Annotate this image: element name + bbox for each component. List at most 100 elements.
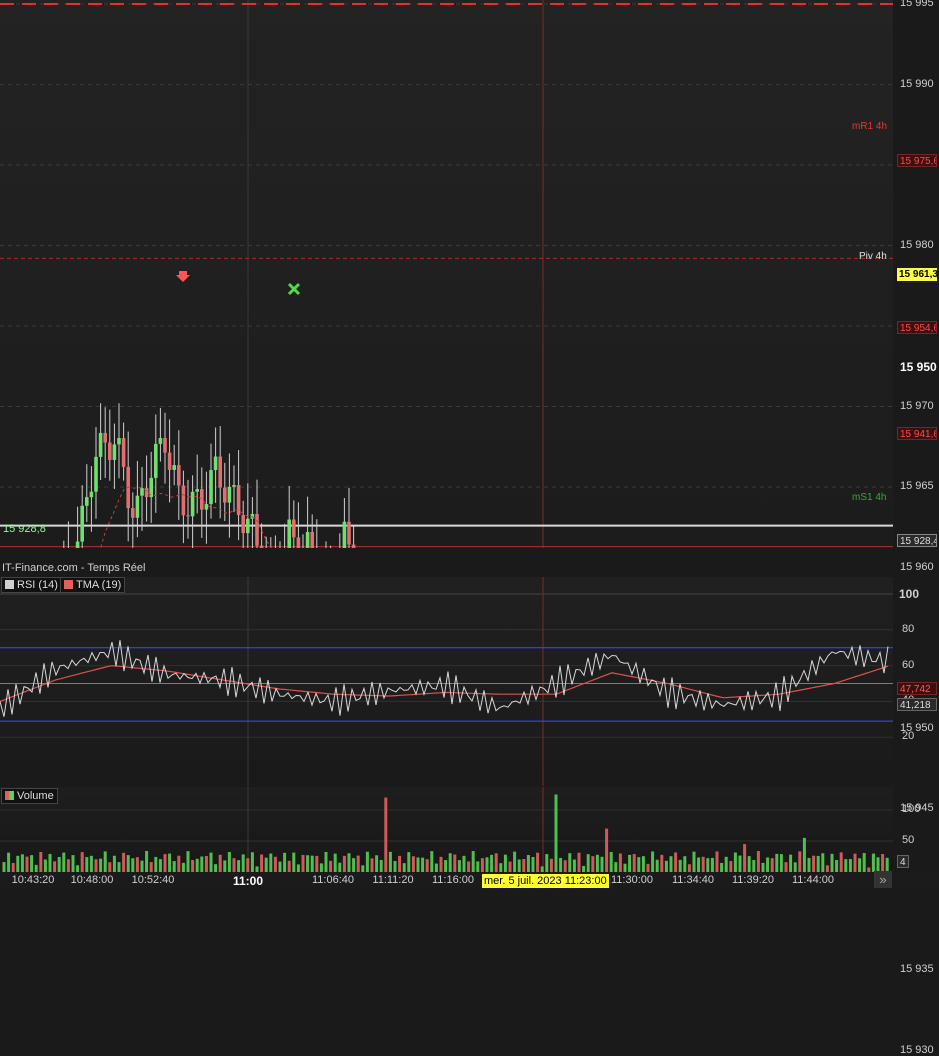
volume-bar [872, 854, 875, 872]
volume-bar [394, 861, 397, 872]
volume-bar [334, 854, 337, 872]
volume-bar [104, 851, 107, 872]
volume-bar [164, 854, 167, 872]
volume-bar [366, 852, 369, 872]
volume-bar [127, 855, 130, 872]
candle-body [131, 508, 135, 518]
time-tick-label: 11:00 [233, 874, 263, 888]
volume-bar [706, 858, 709, 872]
volume-bar [380, 860, 383, 872]
candle-body [347, 522, 351, 545]
candle-body [310, 532, 314, 548]
volume-bar [352, 858, 355, 872]
mr1-label: mR1 4h [852, 121, 887, 132]
candle-body [232, 485, 236, 487]
volume-chart-svg[interactable] [0, 787, 893, 872]
candle-body [113, 444, 117, 460]
price-chart-pane[interactable] [0, 0, 893, 548]
tma-legend[interactable]: TMA (19) [60, 577, 125, 593]
candle-body [177, 465, 181, 485]
volume-bar [233, 858, 236, 872]
candle-body [140, 488, 144, 496]
price-tag-954: 15 954,6 [897, 321, 937, 334]
rsi-legend[interactable]: RSI (14) [1, 577, 62, 593]
sell-arrow-icon [176, 271, 190, 282]
candle-body [246, 519, 250, 533]
volume-bar [30, 855, 33, 872]
volume-bar [472, 851, 475, 872]
volume-bar [775, 854, 778, 872]
candle-body [186, 515, 190, 516]
volume-tick-label: 50 [902, 834, 914, 846]
candle-body [352, 545, 356, 548]
volume-bar [785, 862, 788, 872]
price-chart-svg[interactable] [0, 0, 893, 548]
candle-body [154, 444, 158, 478]
rsi-chart-svg[interactable] [0, 577, 893, 786]
time-axis[interactable]: 10:43:2010:48:0010:52:4011:0011:06:4011:… [0, 872, 939, 888]
volume-bar [297, 864, 300, 872]
candle-body [145, 488, 149, 497]
volume-bar [90, 856, 93, 872]
volume-bar [154, 857, 157, 872]
volume-bar [311, 856, 314, 872]
volume-bar [389, 852, 392, 872]
volume-bar [831, 854, 834, 872]
rsi-line [0, 640, 888, 717]
volume-bar [532, 857, 535, 872]
volume-bar [803, 838, 806, 872]
time-tick-label: 10:48:00 [71, 874, 114, 886]
volume-bar [858, 858, 861, 872]
volume-bar [550, 859, 553, 872]
volume-bar [361, 865, 364, 872]
volume-bar [660, 855, 663, 872]
candle-body [195, 489, 199, 492]
time-tick-label: 10:43:20 [12, 874, 55, 886]
volume-bar [518, 859, 521, 872]
volume-bar [118, 862, 121, 872]
candle-body [108, 443, 112, 460]
source-label: IT-Finance.com - Temps Réel [2, 562, 145, 574]
volume-bar [522, 859, 525, 872]
pivot-label: Piv 4h [859, 251, 887, 262]
volume-bar [200, 857, 203, 872]
rsi-pane[interactable] [0, 577, 893, 786]
time-tick-label: 11:34:40 [672, 874, 714, 886]
volume-bar [527, 855, 530, 872]
candle-body [85, 497, 89, 506]
volume-legend[interactable]: Volume [1, 788, 58, 804]
volume-bar [325, 852, 328, 872]
volume-bar [141, 861, 144, 872]
volume-bar [854, 854, 857, 872]
candle-body [103, 433, 107, 443]
candle-body [223, 488, 227, 503]
volume-bar [315, 856, 318, 872]
scroll-right-icon[interactable]: » [874, 871, 892, 888]
volume-bar [720, 863, 723, 872]
volume-bar [849, 859, 852, 872]
volume-bar [628, 855, 631, 872]
candle-body [191, 492, 195, 517]
volume-bar [789, 855, 792, 872]
volume-bar [794, 862, 797, 872]
volume-bar [214, 864, 217, 872]
volume-bar [412, 856, 415, 872]
volume-bar [771, 858, 774, 872]
volume-bar [545, 854, 548, 872]
rsi-tick-label: 20 [902, 730, 914, 742]
volume-pane[interactable] [0, 787, 893, 872]
volume-bar [481, 858, 484, 872]
volume-bar [219, 855, 222, 872]
volume-bar [739, 856, 742, 872]
volume-bar [536, 853, 539, 872]
volume-bar [674, 852, 677, 872]
candle-body [182, 486, 186, 516]
time-tick-label: 11:16:00 [432, 874, 474, 886]
volume-bar [371, 858, 374, 872]
volume-bar [564, 860, 567, 872]
volume-bar [499, 863, 502, 872]
volume-bar [729, 861, 732, 872]
volume-bar [743, 844, 746, 872]
candle-body [76, 542, 80, 548]
volume-bar [62, 853, 65, 872]
